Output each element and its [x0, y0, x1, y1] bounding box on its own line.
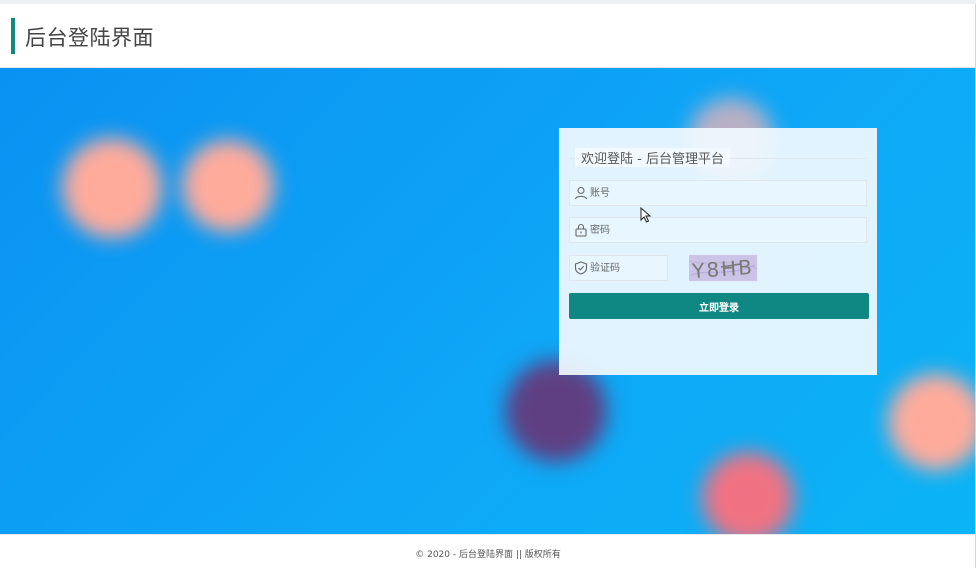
shield-check-icon — [574, 261, 588, 275]
username-input[interactable] — [590, 181, 860, 205]
captcha-image[interactable]: Y8HB — [688, 255, 758, 283]
password-field[interactable] — [569, 217, 867, 243]
page-header: 后台登陆界面 — [0, 4, 976, 68]
captcha-graphic: Y8HB — [688, 255, 758, 283]
page-footer: © 2020 - 后台登陆界面 || 版权所有 — [0, 534, 976, 568]
bokeh-light — [702, 452, 794, 534]
captcha-input[interactable] — [590, 256, 662, 280]
mouse-cursor-icon — [640, 207, 652, 223]
lock-icon — [575, 223, 587, 237]
form-legend: 欢迎登陆 - 后台管理平台 — [575, 148, 730, 167]
page-title: 后台登陆界面 — [25, 26, 154, 50]
login-form: 欢迎登陆 - 后台管理平台 账号 验证码 Y8HB 立即登录 — [559, 128, 877, 375]
bokeh-light — [182, 140, 274, 232]
login-stage: 欢迎登陆 - 后台管理平台 账号 验证码 Y8HB 立即登录 — [0, 68, 976, 534]
captcha-field[interactable] — [569, 255, 668, 281]
bokeh-light — [888, 374, 976, 470]
username-field[interactable] — [569, 180, 867, 206]
user-icon — [574, 186, 588, 200]
captcha-text: Y8HB — [690, 255, 754, 281]
bokeh-light — [505, 360, 607, 462]
bokeh-light — [62, 138, 162, 238]
login-button[interactable]: 立即登录 — [569, 293, 869, 319]
header-accent-bar — [11, 18, 15, 54]
copyright-text: © 2020 - 后台登陆界面 || 版权所有 — [415, 550, 561, 560]
password-input[interactable] — [590, 218, 860, 242]
